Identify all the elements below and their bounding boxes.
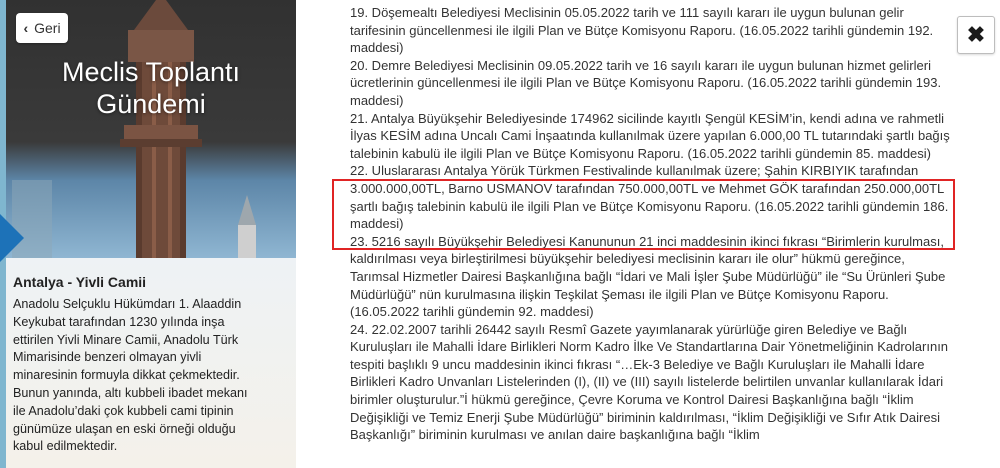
panel-title-line1: Meclis Toplantı [61,57,241,87]
agenda-item-23: 23. 5216 sayılı Büyükşehir Belediyesi Ka… [350,233,946,320]
place-description: Anadolu Selçuklu Hükümdarı 1. Alaaddin K… [13,297,248,454]
agenda-item-21: 21. Antalya Büyükşehir Belediyesinde 174… [350,110,950,161]
panel-title-line2: Gündemi [96,89,206,119]
agenda-item-24: 24. 22.02.2007 tarihli 26442 sayılı Resm… [350,321,949,443]
agenda-item-19: 19. Döşemealtı Belediyesi Meclisinin 05.… [350,5,934,56]
agenda-item-22: 22. Uluslararası Antalya Yörük Türkmen F… [350,163,949,232]
place-title: Antalya - Yivli Camii [13,274,147,290]
panel-title: Meclis Toplantı Gündemi [6,56,296,120]
place-info-box: Antalya - Yivli Camii Anadolu Selçuklu H… [6,258,296,468]
close-icon: ✖ [966,22,986,47]
agenda-item-20: 20. Demre Belediyesi Meclisinin 09.05.20… [350,57,942,108]
agenda-list: 19. Döşemealtı Belediyesi Meclisinin 05.… [350,0,950,468]
chevron-left-icon: ‹ [23,20,29,36]
close-button[interactable]: ✖ [957,16,995,54]
left-panel: ‹ Geri Meclis Toplantı Gündemi Antalya -… [0,0,296,468]
back-button[interactable]: ‹ Geri [16,13,68,43]
back-button-label: Geri [34,20,61,36]
arrow-right-marker-icon [0,214,24,262]
